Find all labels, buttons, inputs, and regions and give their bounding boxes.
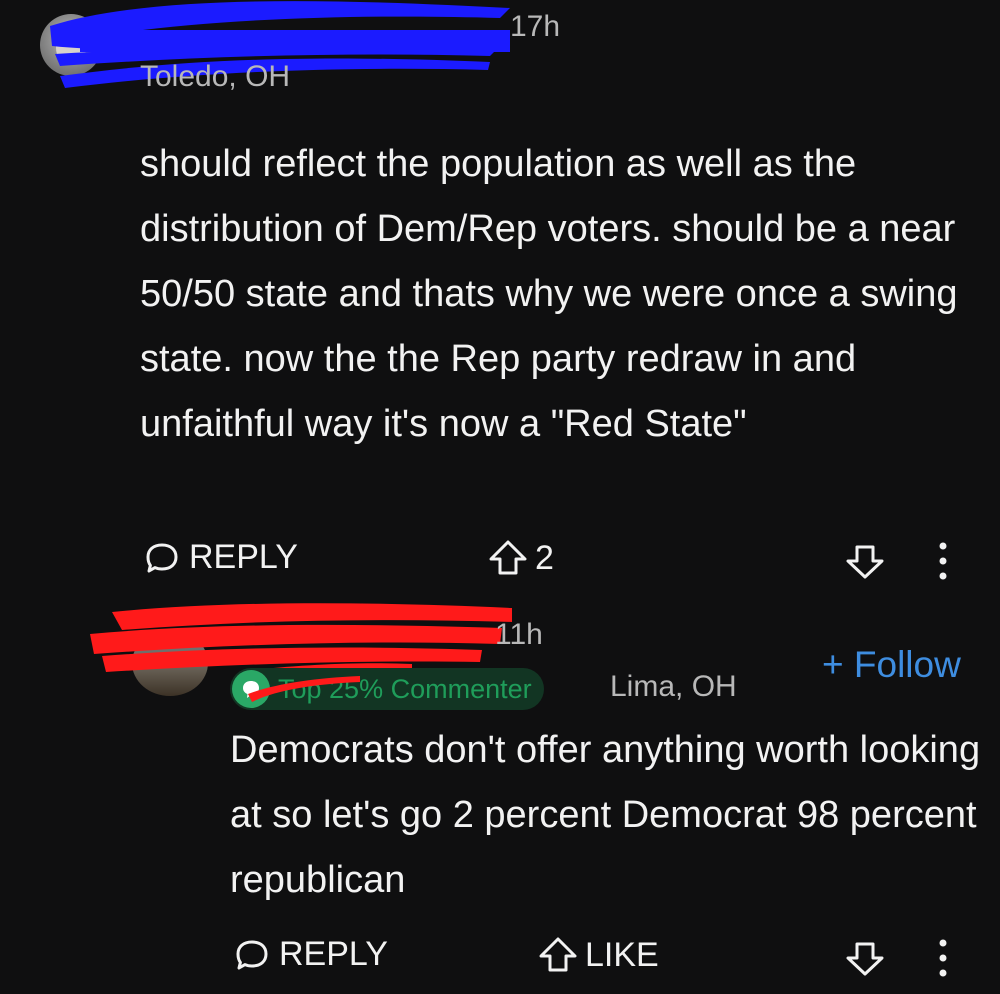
comment-body: should reflect the population as well as… xyxy=(140,143,958,445)
reply-bubble-icon xyxy=(146,543,178,572)
upvote-button[interactable]: 2 xyxy=(487,538,554,578)
comment-body: Democrats don't offer anything worth loo… xyxy=(230,729,981,901)
more-vertical-icon xyxy=(939,542,947,580)
comment-timestamp: 11h xyxy=(495,618,543,651)
downvote-arrow-icon xyxy=(846,942,884,976)
commenter-location: Toledo, OH xyxy=(140,60,291,93)
more-vertical-icon xyxy=(939,939,947,977)
reply-button[interactable]: REPLY xyxy=(235,935,388,974)
redaction-scribble xyxy=(248,676,360,702)
more-options-button[interactable] xyxy=(933,937,953,981)
reply-label: REPLY xyxy=(189,538,298,576)
reply-bubble-icon xyxy=(236,940,268,969)
reply-button[interactable]: REPLY xyxy=(145,538,298,577)
downvote-arrow-icon xyxy=(846,545,884,579)
follow-button[interactable]: + Follow xyxy=(822,644,961,686)
upvote-count: 2 xyxy=(535,538,554,577)
like-label: LIKE xyxy=(585,935,659,974)
upvote-arrow-icon xyxy=(539,937,577,972)
upvote-arrow-icon xyxy=(489,540,527,575)
downvote-button[interactable] xyxy=(845,940,885,978)
downvote-button[interactable] xyxy=(845,543,885,581)
commenter-location: Lima, OH xyxy=(610,670,737,703)
more-options-button[interactable] xyxy=(933,540,953,584)
comment-timestamp: 17h xyxy=(510,10,561,43)
like-button[interactable]: LIKE xyxy=(537,935,659,975)
reply-label: REPLY xyxy=(279,935,388,973)
